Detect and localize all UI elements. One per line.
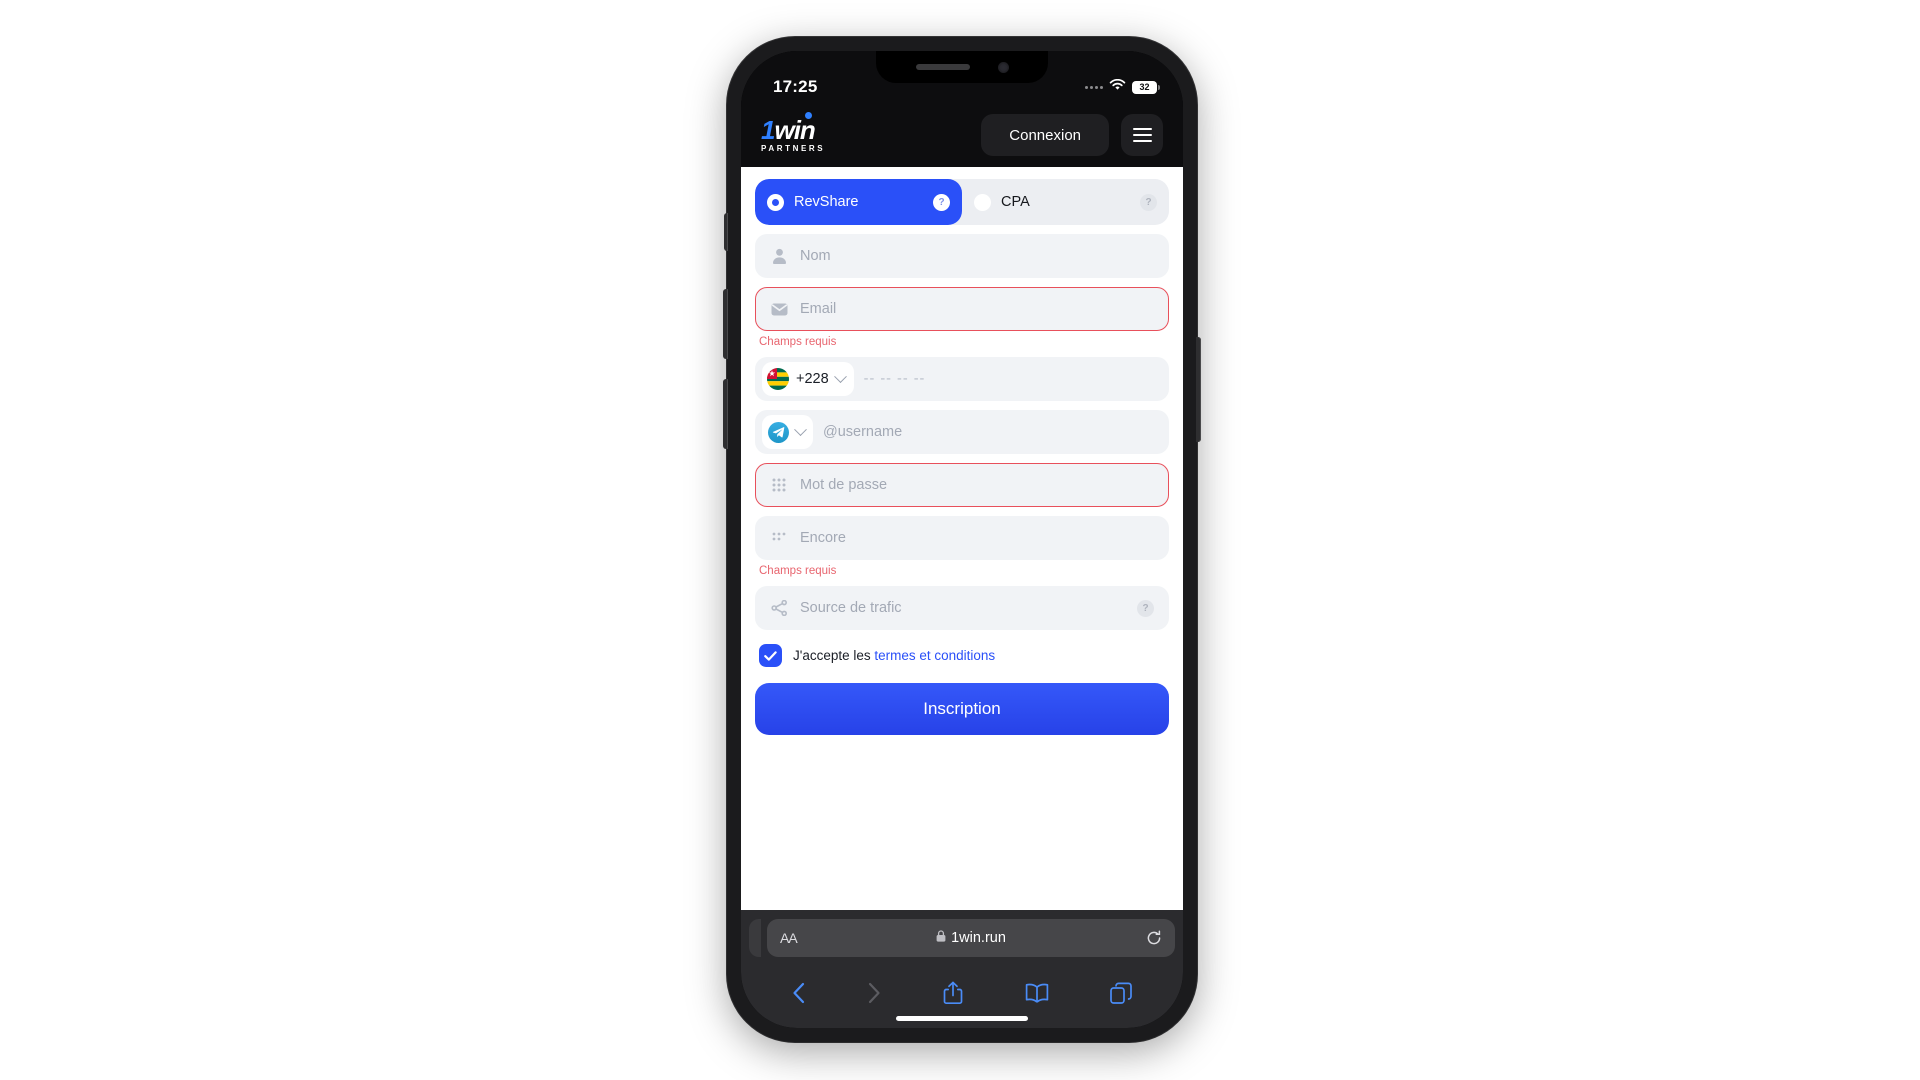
logo-wordmark: 1win	[761, 112, 816, 145]
text-size-button[interactable]: AA	[780, 930, 798, 946]
flag-icon-togo	[767, 368, 789, 390]
reload-icon[interactable]	[1146, 930, 1162, 946]
traffic-source-input[interactable]: Source de trafic ?	[755, 586, 1169, 630]
terms-checkbox[interactable]	[759, 644, 782, 667]
mute-switch[interactable]	[724, 213, 728, 251]
power-button[interactable]	[1196, 337, 1201, 442]
logo-subtitle: PARTNERS	[761, 144, 826, 153]
field-group-password-confirm: Encore Champs requis	[755, 516, 1169, 577]
help-icon-revshare[interactable]: ?	[933, 193, 950, 211]
hamburger-menu-icon[interactable]	[1121, 114, 1163, 156]
field-group-name: Nom	[755, 234, 1169, 278]
phone-input[interactable]: +228 -- -- -- --	[755, 357, 1169, 401]
terms-label: J'accepte les termes et conditions	[793, 648, 995, 663]
field-group-password: Mot de passe	[755, 463, 1169, 507]
logo-one: 1	[761, 115, 776, 145]
login-button[interactable]: Connexion	[981, 114, 1109, 156]
plan-option-revshare[interactable]: RevShare ?	[755, 179, 962, 225]
radio-cpa-icon	[974, 193, 991, 211]
submit-button[interactable]: Inscription	[755, 683, 1169, 735]
field-group-telegram: @username	[755, 410, 1169, 454]
email-error-message: Champs requis	[759, 336, 837, 348]
url-display: 1win.run	[767, 929, 1175, 947]
screenshot-canvas: 17:25 32 1win PARTNERS Connexion RevShar…	[0, 0, 1920, 1080]
tabs-button[interactable]	[1110, 982, 1133, 1004]
password-placeholder: Mot de passe	[800, 477, 888, 493]
brand-logo[interactable]: 1win PARTNERS	[761, 112, 826, 153]
help-icon-traffic-source[interactable]: ?	[1137, 599, 1154, 617]
help-icon-cpa[interactable]: ?	[1140, 193, 1157, 211]
name-placeholder: Nom	[800, 248, 831, 264]
field-group-phone: +228 -- -- -- --	[755, 357, 1169, 401]
site-header: 1win PARTNERS Connexion	[741, 103, 1183, 167]
logo-dot-icon	[804, 112, 812, 119]
share-icon	[770, 600, 788, 616]
user-icon	[770, 248, 788, 264]
status-time: 17:25	[773, 77, 818, 96]
field-group-traffic-source: Source de trafic ?	[755, 586, 1169, 630]
phone-screen-bezel: 17:25 32 1win PARTNERS Connexion RevShar…	[741, 51, 1183, 1028]
front-camera-icon	[997, 61, 1009, 73]
text-size-label: AA	[780, 930, 798, 946]
logo-win: win	[774, 115, 815, 145]
wifi-icon	[1109, 78, 1126, 96]
battery-icon: 32	[1132, 80, 1160, 94]
password-input[interactable]: Mot de passe	[755, 463, 1169, 507]
terms-text-prefix: J'accepte les	[793, 648, 875, 663]
notch	[876, 51, 1048, 83]
email-placeholder: Email	[800, 301, 837, 317]
chevron-down-icon	[833, 369, 847, 383]
home-indicator	[896, 1016, 1028, 1021]
email-input[interactable]: Email	[755, 287, 1169, 331]
plan-option-cpa[interactable]: CPA ?	[962, 179, 1169, 225]
address-bar-row: AA 1win.run	[741, 919, 1183, 957]
share-button[interactable]	[943, 981, 963, 1005]
signal-dots-icon	[1085, 85, 1103, 89]
back-button[interactable]	[792, 982, 806, 1004]
status-bar: 17:25 32	[741, 51, 1183, 103]
terms-row: J'accepte les termes et conditions	[755, 644, 1169, 667]
plan-type-toggle: RevShare ? CPA ?	[755, 179, 1169, 225]
telegram-placeholder: @username	[823, 424, 903, 440]
status-indicators: 32	[1085, 78, 1160, 97]
earpiece-speaker	[915, 64, 970, 70]
name-input[interactable]: Nom	[755, 234, 1169, 278]
password-confirm-placeholder: Encore	[800, 530, 846, 546]
phone-placeholder: -- -- -- --	[863, 371, 926, 387]
battery-level-text: 32	[1139, 82, 1150, 92]
envelope-icon	[770, 303, 788, 316]
address-bar[interactable]: AA 1win.run	[767, 919, 1175, 957]
lock-icon	[936, 929, 946, 947]
safari-bottom-bar: AA 1win.run	[741, 910, 1183, 1028]
radio-revshare-icon	[767, 193, 784, 211]
bookmarks-button[interactable]	[1025, 983, 1049, 1003]
messenger-selector[interactable]	[762, 415, 813, 449]
phone-device-frame: 17:25 32 1win PARTNERS Connexion RevShar…	[723, 37, 1201, 1042]
password-confirm-error-message: Champs requis	[759, 565, 837, 577]
terms-link[interactable]: termes et conditions	[874, 648, 995, 663]
previous-tab-edge[interactable]	[749, 919, 761, 957]
country-code-selector[interactable]: +228	[762, 362, 854, 396]
volume-up-button[interactable]	[723, 289, 728, 359]
telegram-icon	[768, 421, 789, 443]
country-dial-code: +228	[796, 371, 829, 387]
forward-button[interactable]	[867, 982, 881, 1004]
password-confirm-input[interactable]: Encore	[755, 516, 1169, 560]
traffic-source-placeholder: Source de trafic	[800, 600, 902, 616]
volume-down-button[interactable]	[723, 379, 728, 449]
chevron-down-icon	[794, 422, 807, 436]
url-text: 1win.run	[951, 930, 1006, 946]
keypad-icon	[770, 532, 788, 544]
plan-label-revshare: RevShare	[794, 194, 859, 210]
plan-label-cpa: CPA	[1001, 194, 1030, 210]
field-group-email: Email Champs requis	[755, 287, 1169, 348]
phone-screen: 17:25 32 1win PARTNERS Connexion RevShar…	[741, 51, 1183, 1028]
registration-form: RevShare ? CPA ? Nom Email Champs requis…	[741, 167, 1183, 910]
keypad-icon	[770, 478, 788, 492]
telegram-input[interactable]: @username	[755, 410, 1169, 454]
